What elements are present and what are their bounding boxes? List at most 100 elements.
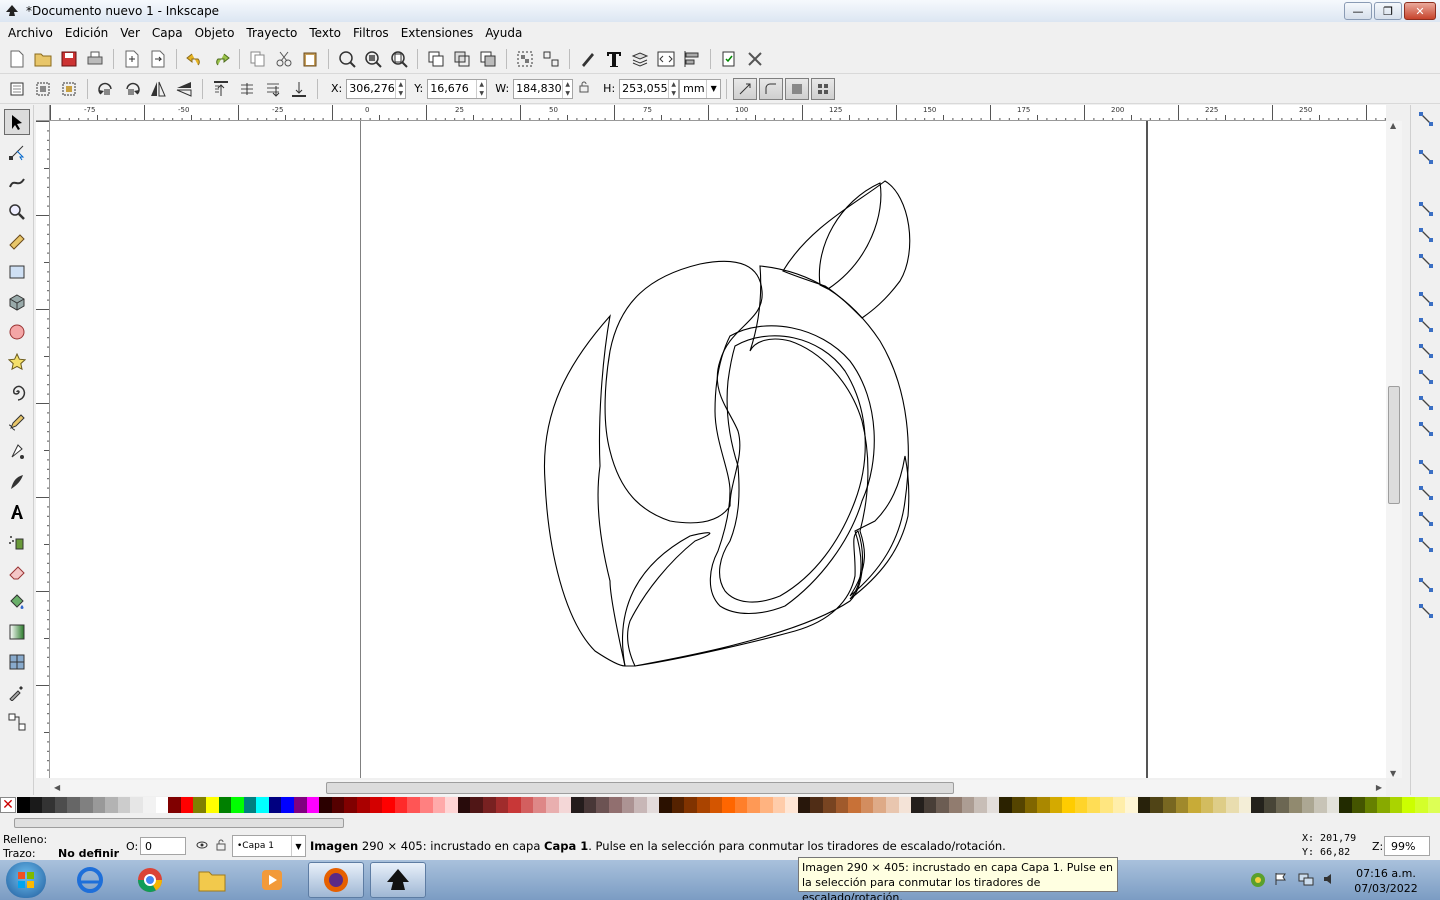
color-swatch[interactable] (810, 797, 823, 813)
traced-drawing[interactable] (50, 121, 1386, 778)
pencil-tool-icon[interactable] (4, 409, 30, 435)
color-swatch[interactable] (205, 797, 219, 813)
color-swatch[interactable] (1049, 797, 1063, 813)
snap-line-midpoints-icon[interactable] (1416, 419, 1436, 439)
color-swatch[interactable] (1087, 797, 1101, 813)
layers-icon[interactable] (629, 48, 651, 70)
color-swatch[interactable] (873, 797, 886, 813)
chevron-down-icon[interactable]: ▼ (706, 79, 720, 98)
color-swatch[interactable] (1062, 797, 1075, 813)
selector-tool-icon[interactable] (4, 109, 30, 135)
color-swatch[interactable] (785, 797, 798, 813)
color-swatch[interactable] (659, 797, 672, 813)
ungroup-icon[interactable] (540, 48, 562, 70)
vertical-scroll-thumb[interactable] (1388, 386, 1400, 504)
color-swatch[interactable] (1213, 797, 1226, 813)
star-tool-icon[interactable] (4, 349, 30, 375)
color-swatch[interactable] (772, 797, 786, 813)
color-swatch[interactable] (130, 797, 143, 813)
color-swatch[interactable] (835, 797, 849, 813)
transform-patterns-toggle[interactable] (811, 77, 836, 100)
eraser-tool-icon[interactable] (4, 559, 30, 585)
firefox-icon[interactable] (308, 862, 364, 898)
start-button[interactable] (6, 862, 46, 898)
color-swatch[interactable] (1200, 797, 1214, 813)
xml-editor-icon[interactable] (655, 48, 677, 70)
layer-lock-icon[interactable] (216, 839, 226, 854)
zoom-page-icon[interactable] (388, 48, 410, 70)
color-swatch[interactable] (155, 797, 169, 813)
pen-tool-icon[interactable] (4, 439, 30, 465)
tray-app-icon[interactable] (1250, 872, 1266, 892)
lower-to-bottom-icon[interactable] (288, 78, 310, 100)
color-swatch[interactable] (1351, 797, 1365, 813)
stroke-value[interactable]: No definir (58, 847, 119, 860)
color-swatch[interactable] (1326, 797, 1340, 813)
snap-bbox-corners-icon[interactable] (1416, 225, 1436, 245)
color-swatch[interactable] (1188, 797, 1201, 813)
unlink-clone-icon[interactable] (477, 48, 499, 70)
snap-object-midpoints-icon[interactable] (1416, 457, 1436, 477)
color-swatch[interactable] (142, 797, 156, 813)
color-swatch[interactable] (79, 797, 93, 813)
color-swatch[interactable] (1364, 797, 1378, 813)
color-swatch[interactable] (1251, 797, 1264, 813)
w-spin-arrows[interactable]: ▲ ▼ (562, 79, 572, 98)
menu-archivo[interactable]: Archivo (4, 26, 61, 40)
snap-text-baseline-icon[interactable] (1416, 509, 1436, 529)
palette-scrollbar[interactable] (0, 815, 1440, 831)
maximize-button[interactable]: ❐ (1374, 2, 1402, 20)
color-swatch[interactable] (432, 797, 446, 813)
color-swatch[interactable] (986, 797, 1000, 813)
snap-toggle-icon[interactable] (1416, 109, 1436, 129)
save-icon[interactable] (58, 48, 80, 70)
color-swatch[interactable] (1125, 797, 1138, 813)
color-swatch[interactable] (848, 797, 861, 813)
y-spinbox[interactable]: ▲▼ (427, 78, 488, 99)
color-swatch[interactable] (734, 797, 748, 813)
y-input[interactable] (428, 79, 477, 98)
color-swatch[interactable] (671, 797, 685, 813)
y-spin-arrows[interactable]: ▲ ▼ (476, 79, 486, 98)
scale-stroke-toggle[interactable] (733, 77, 758, 100)
cut-icon[interactable] (273, 48, 295, 70)
zoom-drawing-icon[interactable] (362, 48, 384, 70)
color-swatch[interactable] (1288, 797, 1302, 813)
menu-edicion[interactable]: Edición (61, 26, 116, 40)
color-swatch[interactable] (394, 797, 408, 813)
color-swatch[interactable] (961, 797, 975, 813)
color-swatch[interactable] (545, 797, 559, 813)
eye-icon[interactable] (196, 839, 208, 853)
snap-cusp-nodes-icon[interactable] (1416, 367, 1436, 387)
color-swatch[interactable] (974, 797, 987, 813)
zoom-tool-icon[interactable] (4, 199, 30, 225)
inkscape-taskbar-icon[interactable] (370, 862, 426, 898)
group-icon[interactable] (514, 48, 536, 70)
snap-nodes-icon[interactable] (1416, 289, 1436, 309)
color-swatch[interactable] (1074, 797, 1088, 813)
color-swatch[interactable] (29, 797, 43, 813)
color-swatch[interactable] (1238, 797, 1252, 813)
rectangle-tool-icon[interactable] (4, 259, 30, 285)
color-swatch[interactable] (747, 797, 761, 813)
color-swatch[interactable] (1301, 797, 1315, 813)
opacity-input[interactable]: 0 (140, 837, 186, 855)
print-icon[interactable] (84, 48, 106, 70)
scale-corners-toggle[interactable] (759, 77, 784, 100)
color-swatch[interactable] (608, 797, 622, 813)
color-swatch[interactable] (1163, 797, 1176, 813)
color-swatch[interactable] (357, 797, 370, 813)
export-icon[interactable] (147, 48, 169, 70)
layer-select[interactable]: •Capa 1 ▼ (232, 835, 306, 857)
color-swatch[interactable] (42, 797, 55, 813)
flip-vertical-icon[interactable] (173, 78, 195, 100)
color-swatch[interactable] (860, 797, 874, 813)
color-swatch[interactable] (1263, 797, 1277, 813)
color-swatch[interactable] (760, 797, 773, 813)
copy-icon[interactable] (247, 48, 269, 70)
color-swatch[interactable] (193, 797, 206, 813)
menu-capa[interactable]: Capa (148, 26, 191, 40)
clone-icon[interactable] (451, 48, 473, 70)
color-swatch[interactable] (583, 797, 597, 813)
color-swatch[interactable] (67, 797, 80, 813)
